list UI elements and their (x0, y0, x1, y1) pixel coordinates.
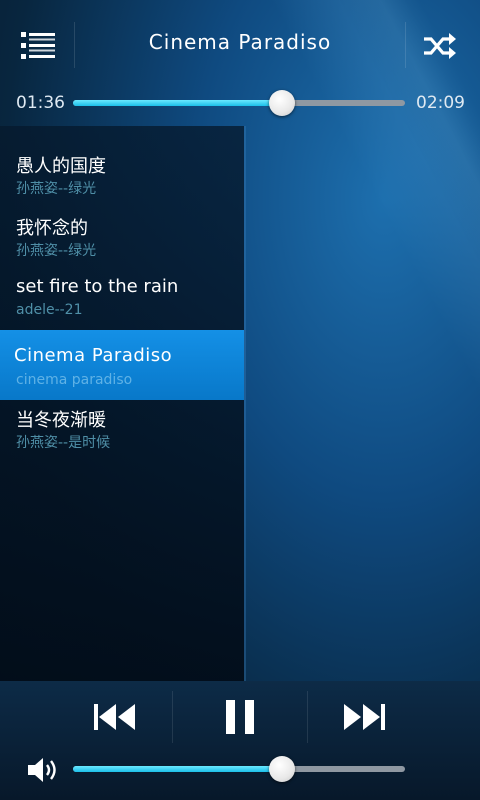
seek-bar-row: 01:36 02:09 (0, 86, 480, 122)
shuffle-icon (424, 33, 456, 59)
current-time: 01:36 (16, 93, 65, 113)
volume-slider-thumb[interactable] (269, 756, 296, 782)
list-icon (21, 32, 55, 59)
skip-previous-icon (94, 704, 135, 730)
pause-button[interactable] (210, 687, 270, 747)
control-divider (172, 691, 173, 743)
playlist-item-artist: adele--21 (16, 302, 83, 318)
header-divider (74, 22, 75, 68)
playlist-item-artist: cinema paradiso (16, 372, 133, 388)
next-track-button[interactable] (333, 687, 393, 747)
pause-icon (226, 700, 254, 734)
playlist-item-artist: 孙燕姿--绿光 (16, 243, 97, 259)
playlist-item-artist: 孙燕姿--绿光 (16, 181, 97, 197)
playlist-item-title: 我怀念的 (16, 218, 88, 239)
total-time: 02:09 (416, 93, 465, 113)
playlist-item-title: 当冬夜渐暖 (16, 410, 106, 431)
playlist-item[interactable]: Cinema Paradiso cinema paradiso (0, 330, 244, 400)
playlist-item-artist: 孙燕姿--是时候 (16, 435, 111, 451)
song-title: Cinema Paradiso (148, 30, 332, 54)
seek-bar-fill (73, 100, 283, 106)
playlist-item[interactable]: 愚人的国度孙燕姿--绿光 (0, 142, 244, 208)
previous-track-button[interactable] (86, 687, 146, 747)
playlist-menu-button[interactable] (10, 18, 66, 74)
playlist-item-title: set fire to the rain (16, 276, 179, 297)
playlist-item-title: 愚人的国度 (16, 156, 106, 177)
volume-row (0, 749, 480, 789)
shuffle-button[interactable] (412, 18, 468, 74)
playlist-item[interactable]: 我怀念的孙燕姿--绿光 (0, 204, 244, 270)
player-controls (0, 681, 480, 800)
volume-slider-fill (73, 766, 283, 772)
header-bar: Cinema Paradiso (0, 0, 480, 90)
playlist: 愚人的国度 孙燕姿--绿光 我怀念的 孙燕姿--绿光 set fire to the r… (0, 126, 244, 681)
seek-bar[interactable] (73, 90, 405, 116)
playlist-edge (244, 126, 246, 681)
speaker-icon[interactable] (26, 755, 60, 785)
volume-slider[interactable] (73, 756, 405, 782)
seek-bar-thumb[interactable] (269, 90, 296, 116)
control-divider (307, 691, 308, 743)
playlist-item-title: Cinema Paradiso (14, 345, 173, 366)
header-divider (405, 22, 406, 68)
playlist-item[interactable]: set fire to the rain adele--21 (0, 266, 244, 332)
skip-next-icon (344, 704, 385, 730)
playlist-item[interactable]: 当冬夜渐暖孙燕姿--是时候 (0, 396, 244, 462)
